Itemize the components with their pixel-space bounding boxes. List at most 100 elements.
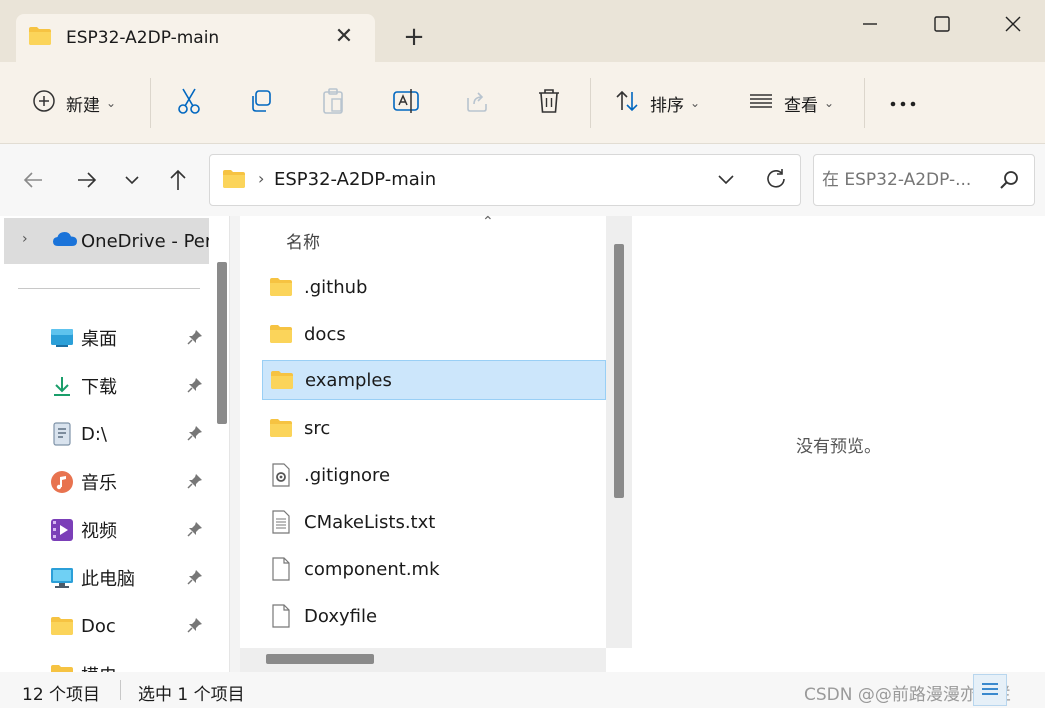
sort-arrows-icon (614, 88, 640, 119)
pin-icon[interactable] (186, 376, 204, 394)
file-icon (268, 603, 294, 629)
file-row-github[interactable]: .github (262, 267, 606, 307)
pin-icon[interactable] (186, 472, 204, 490)
clipboard-icon (320, 87, 346, 120)
folder-icon (50, 614, 74, 638)
file-row-gitignore[interactable]: .gitignore (262, 455, 606, 495)
file-name: .github (304, 276, 368, 298)
search-box[interactable] (813, 154, 1035, 206)
pin-icon[interactable] (186, 424, 204, 442)
copy-button[interactable] (248, 86, 274, 120)
file-name: docs (304, 323, 346, 345)
up-arrow-icon[interactable] (164, 166, 192, 194)
search-input[interactable] (822, 167, 992, 193)
preview-pane: 没有预览。 (634, 216, 1045, 672)
folder-icon (268, 415, 294, 441)
file-row-cmakelists[interactable]: CMakeLists.txt (262, 502, 606, 542)
status-divider (120, 680, 121, 700)
file-row-component-mk[interactable]: component.mk (262, 549, 606, 589)
sidebar-item-desktop[interactable]: 桌面 (50, 318, 210, 358)
chevron-down-icon: ⌄ (690, 96, 701, 110)
file-name: src (304, 417, 331, 439)
share-button[interactable] (464, 86, 490, 120)
chevron-right-icon[interactable]: › (22, 231, 28, 247)
sidebar-item-label: 模电 (81, 662, 117, 672)
sidebar-item-label: 此电脑 (81, 569, 135, 590)
file-row-doxyfile[interactable]: Doxyfile (262, 596, 606, 636)
file-list-vertical-scrollbar-thumb[interactable] (614, 244, 624, 498)
title-bar: ESP32-A2DP-main ✕ + (0, 0, 1045, 62)
sidebar-item-drive-d[interactable]: D:\ (50, 414, 210, 454)
settings-file-icon (268, 462, 294, 488)
navigation-pane: › OneDrive - Per 桌面 下载 D:\ 音乐 视频 此电脑 Doc (0, 216, 230, 672)
rename-icon (392, 88, 420, 119)
forward-arrow-icon[interactable] (72, 166, 100, 194)
sidebar-divider (18, 288, 200, 289)
copy-icon (248, 88, 274, 119)
file-name: component.mk (304, 558, 440, 580)
sidebar-scrollbar-thumb[interactable] (217, 262, 227, 424)
sort-button-label: 排序 (650, 95, 684, 116)
sidebar-item-onedrive[interactable]: › OneDrive - Per (4, 218, 209, 264)
chevron-down-icon: ⌄ (106, 96, 117, 110)
download-icon (50, 374, 74, 398)
column-header-name[interactable]: 名称 (286, 228, 320, 253)
paste-button[interactable] (320, 86, 346, 120)
file-row-examples[interactable]: examples (262, 360, 606, 400)
view-button-label: 查看 (784, 95, 818, 116)
rename-button[interactable] (392, 86, 420, 120)
search-icon[interactable] (998, 169, 1020, 191)
tab-title: ESP32-A2DP-main (66, 28, 220, 48)
details-view-toggle[interactable] (973, 674, 1007, 706)
trash-icon (536, 87, 562, 120)
view-button[interactable]: 查看 ⌄ (748, 86, 834, 120)
file-row-src[interactable]: src (262, 408, 606, 448)
computer-icon (50, 566, 74, 590)
recent-locations-chevron-icon[interactable] (118, 166, 146, 194)
drive-icon (50, 422, 74, 446)
folder-icon (222, 169, 246, 194)
pin-icon[interactable] (186, 568, 204, 586)
maximize-button[interactable] (928, 10, 958, 40)
preview-message: 没有预览。 (796, 437, 881, 457)
sort-button[interactable]: 排序 ⌄ (614, 86, 700, 120)
address-dropdown-icon[interactable] (714, 167, 738, 191)
desktop-icon (50, 326, 74, 350)
pin-icon[interactable] (186, 616, 204, 634)
pin-icon[interactable] (186, 520, 204, 538)
file-row-docs[interactable]: docs (262, 314, 606, 354)
new-tab-button[interactable]: + (400, 24, 428, 52)
tab-esp32-a2dp-main[interactable]: ESP32-A2DP-main ✕ (16, 14, 375, 62)
file-name: examples (305, 369, 392, 391)
sidebar-item-label: 下载 (81, 377, 117, 398)
plus-circle-icon (32, 89, 56, 118)
file-name: CMakeLists.txt (304, 511, 436, 533)
minimize-button[interactable] (856, 10, 886, 40)
close-tab-icon[interactable]: ✕ (333, 26, 355, 48)
cut-button[interactable] (176, 86, 202, 120)
status-bar: 12 个项目 选中 1 个项目 CSDN @@前路漫漫亦灿烂 (0, 672, 1045, 708)
sidebar-item-music[interactable]: 音乐 (50, 462, 210, 502)
sidebar-item-doc[interactable]: Doc (50, 606, 210, 646)
toolbar-divider (150, 78, 151, 128)
toolbar-divider (864, 78, 865, 128)
new-button[interactable]: 新建 ⌄ (32, 86, 116, 120)
back-arrow-icon[interactable] (20, 166, 48, 194)
sidebar-item-this-pc[interactable]: 此电脑 (50, 558, 210, 598)
address-bar[interactable]: › ESP32-A2DP-main (209, 154, 801, 206)
more-options-button[interactable] (888, 86, 918, 120)
breadcrumb-current[interactable]: ESP32-A2DP-main (274, 169, 436, 190)
new-button-label: 新建 (66, 95, 100, 116)
sidebar-item-videos[interactable]: 视频 (50, 510, 210, 550)
address-row: › ESP32-A2DP-main (0, 144, 1045, 216)
refresh-icon[interactable] (763, 166, 789, 192)
sidebar-item-downloads[interactable]: 下载 (50, 366, 210, 406)
music-icon (50, 470, 74, 494)
delete-button[interactable] (536, 86, 562, 120)
pin-icon[interactable] (186, 328, 204, 346)
selection-count: 选中 1 个项目 (138, 685, 245, 705)
chevron-down-icon: ⌄ (824, 96, 835, 110)
close-window-button[interactable] (998, 10, 1028, 40)
file-list-horizontal-scrollbar-thumb[interactable] (266, 654, 374, 664)
sidebar-item-analog[interactable]: 模电 (50, 654, 210, 672)
